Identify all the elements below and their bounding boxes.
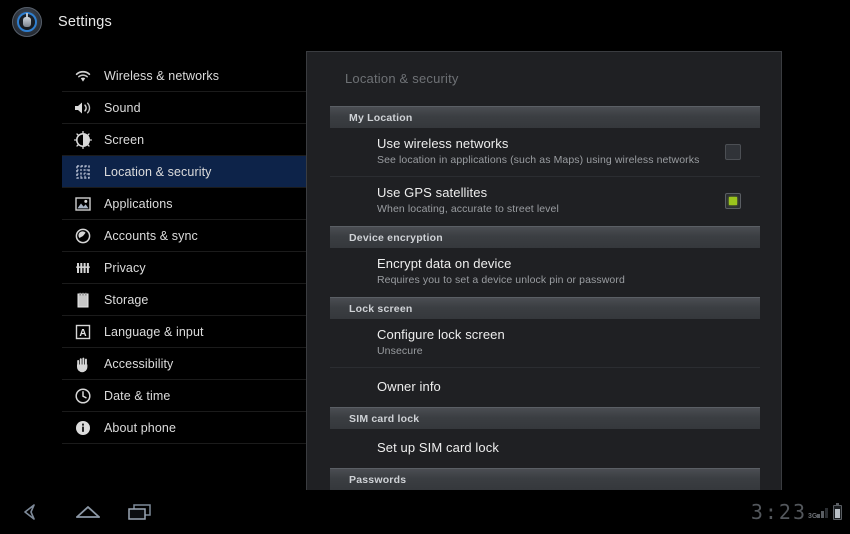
sidebar-item-label: About phone [104,421,176,435]
clock-icon [72,385,94,407]
accounts-sync-icon [72,225,94,247]
sidebar-item-label: Location & security [104,165,212,179]
storage-icon [72,289,94,311]
sidebar-item-wireless-networks[interactable]: Wireless & networks [62,60,306,92]
pref-text: Set up SIM card lock [377,440,760,456]
gear-knob [23,17,31,27]
sidebar-item-accounts-sync[interactable]: Accounts & sync [62,220,306,252]
section-header-sim-card-lock: SIM card lock [330,407,760,429]
sidebar-item-privacy[interactable]: Privacy [62,252,306,284]
page-title: Settings [58,14,112,30]
pref-widget [706,144,760,160]
settings-sidebar: Wireless & networks Sound [62,60,306,444]
sidebar-item-storage[interactable]: Storage [62,284,306,316]
pref-text: Owner info [377,379,760,395]
sidebar-item-label: Language & input [104,325,204,339]
sidebar-item-label: Accessibility [104,357,173,371]
section-header-label: Passwords [349,474,406,486]
status-clock: 3:23 [751,500,807,524]
sidebar-item-location-security[interactable]: Location & security [62,156,306,188]
section-header-lock-screen: Lock screen [330,297,760,319]
section-header-device-encryption: Device encryption [330,226,760,248]
pref-summary: Requires you to set a device unlock pin … [377,273,760,287]
location-icon [72,161,94,183]
pref-title: Set up SIM card lock [377,440,760,456]
section-header-label: Device encryption [349,232,443,244]
applications-icon [72,193,94,215]
accessibility-icon [72,353,94,375]
sidebar-item-label: Screen [104,133,144,147]
navigation-buttons [10,490,166,534]
gear-tick [26,13,28,17]
pref-title: Configure lock screen [377,327,760,343]
sidebar-item-applications[interactable]: Applications [62,188,306,220]
sidebar-item-label: Sound [104,101,141,115]
info-icon [72,417,94,439]
pref-text: Encrypt data on device Requires you to s… [377,256,760,287]
sidebar-item-language-input[interactable]: A Language & input [62,316,306,348]
status-icons[interactable]: 3:23 3G [751,490,842,534]
pref-widget [706,193,760,209]
section-header-label: SIM card lock [349,413,419,425]
privacy-icon [72,257,94,279]
pref-text: Use GPS satellites When locating, accura… [377,185,706,216]
pref-title: Owner info [377,379,760,395]
sidebar-item-label: Accounts & sync [104,229,198,243]
pref-owner-info[interactable]: Owner info [330,368,760,406]
section-header-label: My Location [349,112,412,124]
pref-title: Encrypt data on device [377,256,760,272]
recent-apps-button[interactable] [114,490,166,534]
brightness-icon [72,129,94,151]
sidebar-item-label: Wireless & networks [104,69,219,83]
home-icon [72,502,104,522]
checkbox-use-gps-satellites[interactable] [725,193,741,209]
section-header-label: Lock screen [349,303,412,315]
sidebar-item-label: Date & time [104,389,170,403]
signal-bars [816,508,828,518]
sidebar-item-label: Storage [104,293,148,307]
home-button[interactable] [62,490,114,534]
sidebar-item-label: Applications [104,197,173,211]
pref-summary: Unsecure [377,344,760,358]
section-header-passwords: Passwords [330,468,760,490]
settings-gear-icon [12,7,42,37]
volume-icon [72,97,94,119]
signal-bars-icon: 3G [810,504,828,520]
pref-title: Use GPS satellites [377,185,706,201]
svg-text:A: A [79,328,86,339]
pref-summary: See location in applications (such as Ma… [377,153,706,167]
location-security-panel: Location & security My Location Use wire… [306,51,782,490]
action-bar: Settings [0,0,850,44]
preference-list: My Location Use wireless networks See lo… [330,105,760,490]
pref-text: Use wireless networks See location in ap… [377,136,706,167]
sidebar-item-sound[interactable]: Sound [62,92,306,124]
pref-text: Configure lock screen Unsecure [377,327,760,358]
battery-icon [833,505,842,520]
language-icon: A [72,321,94,343]
sidebar-item-accessibility[interactable]: Accessibility [62,348,306,380]
android-settings-screen: Settings Wireless & networks So [0,0,850,534]
pref-use-wireless-networks[interactable]: Use wireless networks See location in ap… [330,128,760,177]
back-button[interactable] [10,490,62,534]
system-bar: 3:23 3G [0,490,850,534]
recents-icon [125,502,155,522]
network-type-label: 3G [808,513,817,520]
checkbox-use-wireless-networks[interactable] [725,144,741,160]
panel-title: Location & security [345,71,459,86]
pref-set-up-sim-card-lock[interactable]: Set up SIM card lock [330,429,760,467]
pref-encrypt-data-on-device[interactable]: Encrypt data on device Requires you to s… [330,248,760,296]
section-header-my-location: My Location [330,106,760,128]
battery-level [835,509,840,518]
wifi-icon [72,65,94,87]
pref-use-gps-satellites[interactable]: Use GPS satellites When locating, accura… [330,177,760,225]
sidebar-item-date-time[interactable]: Date & time [62,380,306,412]
sidebar-item-label: Privacy [104,261,146,275]
pref-title: Use wireless networks [377,136,706,152]
pref-configure-lock-screen[interactable]: Configure lock screen Unsecure [330,319,760,368]
pref-summary: When locating, accurate to street level [377,202,706,216]
back-icon [21,502,51,522]
sidebar-item-screen[interactable]: Screen [62,124,306,156]
sidebar-item-about-phone[interactable]: About phone [62,412,306,444]
